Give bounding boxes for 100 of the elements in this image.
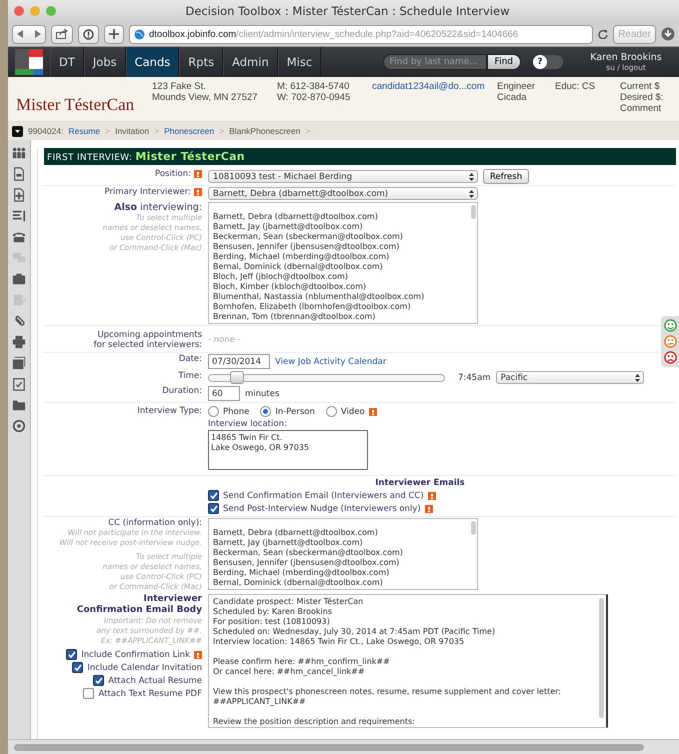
refresh-button[interactable]: Refresh bbox=[483, 169, 530, 184]
clip-icon[interactable] bbox=[12, 314, 26, 328]
add-icon[interactable] bbox=[12, 188, 26, 202]
list-option[interactable]: Bloch, Kimber (kbloch@dtoolbox.com) bbox=[213, 282, 475, 292]
salary-info: Current $ bbox=[620, 81, 661, 92]
list-option[interactable]: Bensusen, Jennifer (jbensusen@dtoolbox.com) bbox=[213, 558, 475, 568]
list-option[interactable]: Barnett, Debra (dbarnett@dtoolbox.com) bbox=[213, 212, 475, 222]
new-tab-button[interactable] bbox=[104, 24, 124, 44]
scrollbar-thumb[interactable] bbox=[14, 744, 644, 750]
unit-label: minutes bbox=[245, 388, 280, 398]
radio-button[interactable] bbox=[208, 406, 219, 417]
option-label: In-Person bbox=[275, 406, 315, 416]
info-button[interactable] bbox=[78, 24, 99, 44]
help-icon[interactable] bbox=[194, 188, 202, 196]
email-link[interactable]: candidat1234ail@do...com bbox=[372, 81, 497, 92]
list-option[interactable]: Barnett, Jay (jbarnett@dtoolbox.com) bbox=[213, 538, 475, 548]
address-line: 123 Fake St. bbox=[152, 81, 207, 92]
list-option[interactable]: Beckerman, Sean (sbeckerman@dtoolbox.com) bbox=[213, 548, 475, 558]
help-icon[interactable] bbox=[424, 504, 433, 512]
reload-icon[interactable] bbox=[598, 29, 608, 39]
happy-face-icon[interactable] bbox=[664, 319, 676, 332]
user-name: Karen Brookins bbox=[590, 52, 662, 63]
check-icon[interactable] bbox=[12, 377, 26, 391]
cv-icon[interactable] bbox=[12, 167, 26, 181]
help-icon[interactable] bbox=[194, 650, 202, 658]
time-slider[interactable] bbox=[208, 374, 445, 382]
list-option[interactable]: Bernal, Dominick (dbernal@dtoolbox.com) bbox=[213, 262, 475, 272]
cc-list[interactable] bbox=[208, 518, 478, 590]
option-label: Attach Text Resume PDF bbox=[98, 688, 202, 698]
help-icon[interactable] bbox=[428, 492, 436, 500]
scrollbar-thumb[interactable] bbox=[471, 205, 476, 219]
nav-tab[interactable]: Cands bbox=[126, 47, 180, 77]
salary-info: Desired $: bbox=[620, 92, 664, 103]
email-body-field[interactable]: Candidate prospect: Mister TésterCan Scheduled by: Karen Brookins For position: test (10810093) Scheduled on: Wednesday, July 30, 2014 at 7:45am PDT (Pacific Time) Interview location: 14865 Twin Fir Ct., Lake Oswego, OR 97035 Please confirm here: ##hm_confirm_link## Or cancel here: ##hm_cancel_link## View this prospect's phonescreen notes, resume, resume supplement and cover letter: ##APPLICANT_LINK## Review the position description and requirements: bbox=[208, 594, 608, 728]
job-info: Engineer bbox=[497, 81, 536, 92]
list-option[interactable]: Bensusen, Jennifer (jbensusen@dtoolbox.com) bbox=[213, 242, 475, 252]
people-icon[interactable] bbox=[12, 146, 26, 160]
field-label: Primary Interviewer: bbox=[104, 187, 191, 197]
breadcrumb-item: BlankPhonescreen bbox=[229, 126, 300, 136]
help-icon[interactable] bbox=[194, 170, 202, 178]
option-label: Attach Actual Resume bbox=[108, 676, 202, 686]
find-button[interactable]: Find bbox=[486, 54, 521, 70]
help-toggle[interactable]: ? bbox=[533, 55, 563, 69]
select-arrows-icon bbox=[469, 172, 474, 180]
list-icon[interactable] bbox=[12, 209, 26, 223]
radio-button[interactable] bbox=[260, 406, 272, 417]
breadcrumb-link[interactable]: Phonescreen bbox=[164, 126, 214, 136]
select-arrows-icon bbox=[469, 190, 474, 198]
neutral-face-icon[interactable] bbox=[664, 335, 676, 348]
radio-button[interactable] bbox=[326, 406, 337, 417]
checkbox[interactable] bbox=[72, 662, 84, 673]
share-button[interactable] bbox=[51, 24, 73, 44]
list-option[interactable]: Blumenthal, Nastassia (nblumenthal@dtoolbox.com) bbox=[213, 292, 475, 302]
sad-face-icon[interactable] bbox=[664, 351, 676, 364]
list-option[interactable]: Brennan, Tom (tbrennan@dtoolbox.com) bbox=[213, 312, 475, 322]
list-option[interactable]: Berding, Michael (mberding@dtoolbox.com) bbox=[213, 252, 475, 262]
dropdown-toggle-icon[interactable] bbox=[12, 126, 23, 136]
list-option[interactable]: Barnett, Debra (dbarnett@dtoolbox.com) bbox=[213, 528, 475, 538]
checkbox[interactable] bbox=[208, 503, 219, 514]
option-label: Send Post-Interview Nudge (Interviewers only) bbox=[223, 504, 421, 514]
plus-icon bbox=[109, 29, 119, 39]
list-option[interactable]: Bloch, Jeff (jbloch@dtoolbox.com) bbox=[213, 272, 475, 282]
list-option[interactable]: Beckerman, Sean (sbeckerman@dtoolbox.com) bbox=[213, 232, 475, 242]
calendar-link[interactable]: View Job Activity Calendar bbox=[275, 356, 386, 366]
interviewer-select[interactable]: Barnett, Debra (dbarnett@dtoolbox.com) bbox=[208, 187, 478, 200]
breadcrumb-separator: > bbox=[219, 126, 224, 136]
search-field[interactable]: Find by last name... bbox=[382, 54, 487, 70]
list-option[interactable]: Bernal, Dominick (dbernal@dtoolbox.com) bbox=[213, 578, 475, 588]
checkbox[interactable] bbox=[83, 688, 94, 699]
gear-icon[interactable] bbox=[12, 419, 26, 433]
checkbox[interactable] bbox=[93, 675, 104, 686]
timezone-select[interactable]: Pacific bbox=[496, 371, 644, 384]
checkbox[interactable] bbox=[66, 649, 78, 660]
duration-field[interactable]: 60 bbox=[208, 386, 240, 401]
help-icon[interactable] bbox=[368, 408, 377, 416]
scrollbar-thumb[interactable] bbox=[471, 521, 476, 535]
date-field[interactable]: 07/30/2014 bbox=[208, 354, 270, 369]
download-icon[interactable] bbox=[661, 27, 675, 41]
location-field[interactable]: 14865 Twin Fir Ct. Lake Oswego, OR 97035 bbox=[208, 430, 368, 470]
position-select[interactable]: 10810093 test - Michael Berding bbox=[208, 170, 478, 183]
breadcrumb-separator: > bbox=[154, 126, 160, 136]
printer-icon[interactable] bbox=[12, 335, 26, 349]
phone-icon[interactable] bbox=[12, 230, 26, 244]
folder-icon[interactable] bbox=[12, 398, 26, 412]
interviewer-list[interactable] bbox=[208, 202, 478, 324]
list-option[interactable]: Bornhofen, Elizabeth (lbornhofen@dtoolbox.com) bbox=[213, 302, 475, 312]
field-label: CC (information only): bbox=[108, 518, 202, 528]
checkbox[interactable] bbox=[208, 490, 219, 501]
address-bar[interactable]: dtoolbox.jobinfo.com/client/admin/interview_schedule.php?aid=40620522&sid=1404666 bbox=[129, 24, 594, 44]
scrollbar-thumb[interactable] bbox=[599, 598, 604, 718]
breadcrumb-link[interactable]: Resume bbox=[68, 126, 100, 136]
list-option[interactable]: Berding, Michael (mberding@dtoolbox.com) bbox=[213, 568, 475, 578]
option-label: Video bbox=[340, 406, 365, 416]
close-button[interactable] bbox=[14, 6, 24, 16]
field-label: Confirmation Email Body bbox=[76, 605, 202, 616]
logo-drawing[interactable] bbox=[15, 49, 43, 75]
back-forward-button[interactable] bbox=[12, 24, 46, 44]
section-title: Interviewer Emails bbox=[374, 477, 466, 489]
slider-thumb[interactable] bbox=[230, 370, 244, 384]
list-option[interactable]: Barnett, Jay (jbarnett@dtoolbox.com) bbox=[213, 222, 475, 232]
